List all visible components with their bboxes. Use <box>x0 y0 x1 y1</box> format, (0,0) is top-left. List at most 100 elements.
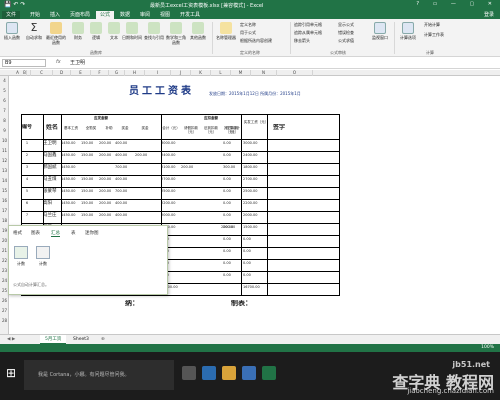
book-icon <box>148 22 160 34</box>
row-header[interactable]: 7 <box>0 108 9 113</box>
create-from-selection-button[interactable]: 根据所选内容创建 <box>240 38 272 44</box>
save-icon[interactable]: 💾 ↶ ↷ <box>4 1 25 8</box>
worksheet-grid[interactable]: 员工工资表 发放日期：2015年1月12日 所属月份：2015年1月 编号 姓名 应… <box>9 76 500 334</box>
calc-now-button[interactable]: 开始计算 <box>424 22 440 28</box>
edge-icon[interactable] <box>202 366 216 380</box>
more-functions-button[interactable]: 其他函数 <box>188 22 208 40</box>
status-bar: 100% <box>0 344 500 352</box>
windows-start-icon[interactable]: ⊞ <box>6 366 20 380</box>
trace-dependents-button[interactable]: 追踪从属单元格 <box>294 30 322 36</box>
zoom-level[interactable]: 100% <box>481 345 494 350</box>
window-controls[interactable]: ? ▭ — ▢ ✕ <box>416 1 498 7</box>
sheet-tab-active[interactable]: 5月工资 <box>40 335 67 344</box>
sub-header: 应扣合计（元） <box>226 126 240 134</box>
sub-header: 奖金 <box>141 126 149 130</box>
row-header[interactable]: 27 <box>0 308 9 313</box>
show-formulas-button[interactable]: 显示公式 <box>338 22 354 28</box>
group-divider <box>290 22 291 54</box>
row-number: 5 <box>25 189 29 193</box>
watch-window-button[interactable]: 监视窗口 <box>370 22 390 40</box>
row-header[interactable]: 12 <box>0 158 9 163</box>
sheet-tab[interactable]: Sheet3 <box>68 335 94 344</box>
sheet-nav-arrows[interactable]: ◀ ▶ <box>2 335 20 344</box>
formula-input[interactable]: 王卫明 <box>70 59 85 66</box>
fx-icon <box>6 22 18 34</box>
sub-header: 请假扣款（元） <box>184 126 198 134</box>
lookup-button[interactable]: 查找与引用 <box>144 22 164 40</box>
row-header[interactable]: 5 <box>0 88 9 93</box>
datetime-button[interactable]: 日期和时间 <box>122 22 142 40</box>
row-header[interactable]: 18 <box>0 218 9 223</box>
table-cell: 0.00 <box>223 249 231 253</box>
use-in-formula-button[interactable]: 用于公式 <box>240 30 256 36</box>
tab-review[interactable]: 审阅 <box>136 11 154 19</box>
table-cell: 400.00 <box>115 201 128 205</box>
tab-view[interactable]: 视图 <box>156 11 174 19</box>
table-cell: 400.00 <box>115 153 128 157</box>
name-box[interactable]: B9 <box>2 59 46 67</box>
cortana-search[interactable]: 我是 Cortana，小娜。有问题尽管问我。 <box>24 360 174 390</box>
tab-data[interactable]: 数据 <box>116 11 134 19</box>
qa-count-button[interactable]: 计数 <box>13 246 29 267</box>
row-header[interactable]: 6 <box>0 98 9 103</box>
table-cell: 2500.00 <box>161 189 176 193</box>
row-header[interactable]: 28 <box>0 318 9 323</box>
explorer-icon[interactable] <box>222 366 236 380</box>
qa-tab-charts[interactable]: 图表 <box>31 230 40 236</box>
excel-icon[interactable] <box>262 366 276 380</box>
add-sheet-icon[interactable]: ⊕ <box>96 335 110 344</box>
autosum-button[interactable]: Σ 自动求和 <box>24 22 44 41</box>
store-icon[interactable] <box>242 366 256 380</box>
row-header[interactable]: 16 <box>0 198 9 203</box>
evaluate-formula-button[interactable]: 公式求值 <box>338 38 354 44</box>
error-checking-button[interactable]: 错误检查 <box>338 30 354 36</box>
sheet-meta: 发放日期：2015年1月12日 所属月份：2015年1月 <box>209 91 301 96</box>
login-link[interactable]: 登录 <box>484 11 494 18</box>
employee-name: 高阳 <box>43 201 52 206</box>
calc-options-button[interactable]: 计算选项 <box>398 22 418 40</box>
logical-button[interactable]: 逻辑 <box>86 22 106 40</box>
insert-function-button[interactable]: 插入函数 <box>2 22 22 40</box>
calc-sheet-button[interactable]: 计算工作表 <box>424 32 444 38</box>
math-button[interactable]: 数学和三角函数 <box>166 22 186 45</box>
qa-tab-format[interactable]: 格式 <box>13 230 22 236</box>
tab-layout[interactable]: 页面布局 <box>66 11 94 19</box>
row-header[interactable]: 26 <box>0 298 9 303</box>
row-header[interactable]: 8 <box>0 118 9 123</box>
row-header[interactable]: 17 <box>0 208 9 213</box>
star-icon <box>50 22 62 34</box>
row-header[interactable]: 4 <box>0 78 9 83</box>
qa-tab-totals[interactable]: 汇总 <box>51 230 60 237</box>
row-number: 4 <box>25 177 29 181</box>
qa-count-button[interactable]: 计数 <box>35 246 51 267</box>
tab-insert[interactable]: 插入 <box>46 11 64 19</box>
book-icon <box>170 22 182 34</box>
tab-home[interactable]: 开始 <box>26 11 44 19</box>
fx-icon[interactable]: fx <box>56 59 61 65</box>
text-button[interactable]: 文本 <box>104 22 124 40</box>
row-header[interactable]: 13 <box>0 168 9 173</box>
financial-button[interactable]: 财务 <box>68 22 88 40</box>
row-header[interactable]: 14 <box>0 178 9 183</box>
name-manager-button[interactable]: 名称管理器 <box>216 22 236 40</box>
tab-formulas[interactable]: 公式 <box>96 11 115 19</box>
count-icon <box>14 246 28 259</box>
employee-name: 张蒙琴 <box>43 189 57 194</box>
row-header[interactable]: 9 <box>0 128 9 133</box>
trace-precedents-button[interactable]: 追踪引用单元格 <box>294 22 322 28</box>
row-number: 1 <box>25 141 29 145</box>
tab-file[interactable]: 文件 <box>2 11 21 19</box>
row-header[interactable]: 10 <box>0 138 9 143</box>
book-icon <box>126 22 138 34</box>
task-view-icon[interactable] <box>182 366 196 380</box>
qa-tab-sparklines[interactable]: 迷你图 <box>85 230 99 236</box>
table-cell: 2200.00 <box>161 201 176 205</box>
recent-functions-button[interactable]: 最近使用的函数 <box>46 22 66 45</box>
remove-arrows-button[interactable]: 移去箭头 <box>294 38 310 44</box>
row-header[interactable]: 15 <box>0 188 9 193</box>
row-header[interactable]: 11 <box>0 148 9 153</box>
table-cell: 2100.00 <box>161 165 176 169</box>
qa-tab-tables[interactable]: 表 <box>71 230 76 236</box>
tab-developer[interactable]: 开发工具 <box>176 11 204 19</box>
define-name-button[interactable]: 定义名称 <box>240 22 256 28</box>
